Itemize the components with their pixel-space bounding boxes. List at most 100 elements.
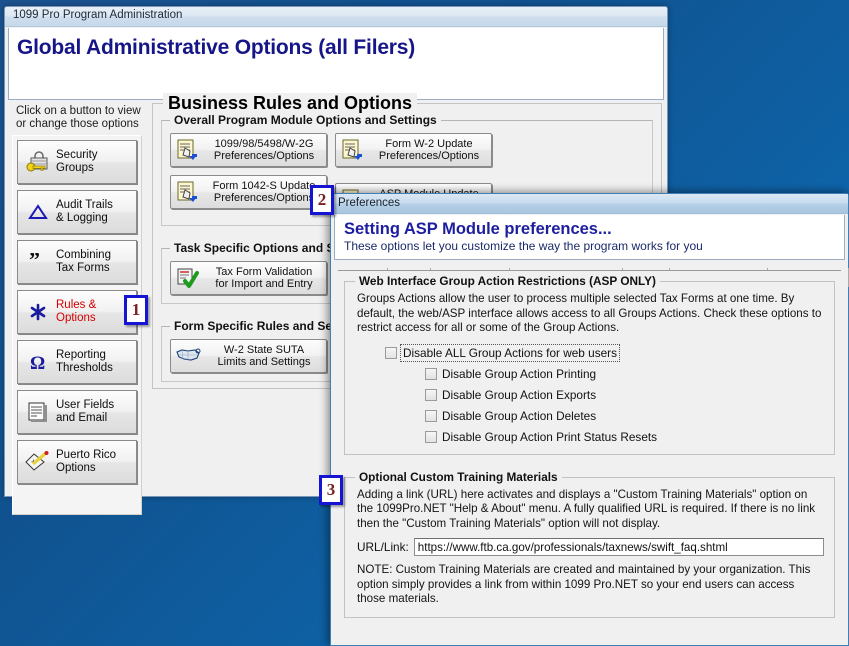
checkbox-row-disable-group-action-exports[interactable]: Disable Group Action Exports (425, 388, 824, 402)
sidebar-item-label-line1: Puerto Rico (56, 449, 116, 461)
checkbox-row-disable-all-group-actions[interactable]: Disable ALL Group Actions for web users (385, 346, 824, 360)
option-button-label-line1: Form 1042-S Update (213, 180, 316, 192)
sidebar-item-label: Reporting Thresholds (54, 349, 113, 375)
checkbox-row-disable-group-action-printing[interactable]: Disable Group Action Printing (425, 367, 824, 381)
checkbox-row-disable-group-action-deletes[interactable]: Disable Group Action Deletes (425, 409, 824, 423)
sidebar-item-label: Audit Trails & Logging (54, 199, 113, 225)
option-button-label-line2: Preferences/Options (214, 192, 314, 204)
sidebar-item-label: Security Groups (54, 149, 98, 175)
main-window-titlebar: 1099 Pro Program Administration (5, 7, 667, 27)
custom-training-materials-legend: Optional Custom Training Materials (355, 470, 562, 484)
option-button-label-line2: Preferences/Options (379, 150, 479, 162)
sidebar-item-user-fields-email[interactable]: User Fields and Email (17, 390, 137, 434)
checkbox-label-disable-group-action-deletes: Disable Group Action Deletes (442, 409, 596, 423)
checkbox-disable-group-action-print-status-resets[interactable] (425, 431, 437, 443)
option-button-label-line2: Limits and Settings (218, 356, 311, 368)
quote-marks-icon: ” (22, 253, 54, 271)
triangle-icon (22, 203, 54, 221)
sidebar-item-audit-trails-logging[interactable]: Audit Trails & Logging (17, 190, 137, 234)
asterisk-icon (22, 302, 54, 322)
sidebar-item-puerto-rico-options[interactable]: + Puerto Rico Options (17, 440, 137, 484)
option-button-label: W-2 State SUTA Limits and Settings (202, 344, 326, 369)
document-hand-arrow-icon (339, 138, 367, 162)
usa-map-icon (174, 346, 202, 366)
group-action-restrictions-legend: Web Interface Group Action Restrictions … (355, 274, 660, 288)
preferences-form-w2-update-button[interactable]: Form W-2 Update Preferences/Options (335, 133, 492, 167)
step-badge-3: 3 (319, 475, 343, 505)
checkbox-label-disable-group-action-exports: Disable Group Action Exports (442, 388, 596, 402)
sidebar-item-label-line1: Audit Trails (56, 199, 113, 211)
sidebar-button-panel: Security Groups Audit Trails & Logging (12, 135, 142, 515)
preferences-dialog: Preferences Setting ASP Module preferenc… (330, 193, 849, 646)
step-badge-1: 1 (124, 295, 148, 325)
url-link-field[interactable] (414, 538, 824, 556)
checkbox-disable-all-group-actions[interactable] (385, 347, 397, 359)
group-asp-tab-panel: Web Interface Group Action Restrictions … (338, 270, 841, 645)
preferences-subheading: These options let you customize the way … (344, 239, 844, 254)
padlock-key-icon (22, 151, 54, 173)
sidebar-item-label-line1: Combining (56, 249, 111, 261)
sidebar-item-label-line1: Reporting (56, 349, 106, 361)
sidebar-item-label-line1: Security (56, 149, 98, 161)
sidebar-item-combining-tax-forms[interactable]: ” Combining Tax Forms (17, 240, 137, 284)
custom-training-materials-note: NOTE: Custom Training Materials are crea… (357, 563, 824, 607)
document-hand-arrow-icon (174, 138, 202, 162)
step-badge-2: 2 (310, 185, 334, 215)
preferences-heading: Setting ASP Module preferences... (344, 219, 844, 239)
url-link-label: URL/Link: (357, 540, 409, 554)
sidebar-item-label-line2: Tax Forms (56, 262, 110, 274)
preferences-form-1042s-update-button[interactable]: Form 1042-S Update Preferences/Options (170, 175, 327, 209)
option-button-label: Tax Form Validation for Import and Entry (202, 266, 326, 291)
sidebar-item-label-line2: Groups (56, 162, 94, 174)
sidebar: Click on a button to view or change thos… (8, 103, 146, 494)
sidebar-item-label-line1: Rules & (56, 299, 96, 311)
sidebar-hint-text: Click on a button to view or change thos… (12, 103, 142, 135)
sidebar-item-security-groups[interactable]: Security Groups (17, 140, 137, 184)
option-button-label: Form 1042-S Update Preferences/Options (202, 180, 326, 205)
url-link-row: 3 URL/Link: (357, 538, 824, 556)
option-button-label: Form W-2 Update Preferences/Options (367, 138, 491, 163)
option-button-label-line1: 1099/98/5498/W-2G (215, 138, 314, 150)
checkbox-label-disable-all-group-actions: Disable ALL Group Actions for web users (402, 346, 618, 360)
w2-state-suta-button[interactable]: W-2 State SUTA Limits and Settings (170, 339, 327, 373)
sidebar-item-label-line2: Options (56, 312, 96, 324)
preferences-1099-98-5498-w2g-button[interactable]: 1099/98/5498/W-2G Preferences/Options (170, 133, 327, 167)
sidebar-item-label-line1: User Fields (56, 399, 114, 411)
sidebar-item-label: Combining Tax Forms (54, 249, 111, 275)
tax-form-validation-button[interactable]: Tax Form Validation for Import and Entry (170, 261, 327, 295)
group-action-restrictions-group: Web Interface Group Action Restrictions … (344, 281, 835, 455)
option-button-label-line2: Preferences/Options (214, 150, 314, 162)
option-button-label-line1: Tax Form Validation (216, 266, 312, 278)
document-hand-arrow-icon (174, 180, 202, 204)
sidebar-item-reporting-thresholds[interactable]: Ω Reporting Thresholds (17, 340, 137, 384)
overall-module-legend: Overall Program Module Options and Setti… (170, 113, 441, 127)
step-badge-1-number: 1 (132, 300, 141, 320)
form-checkmark-icon (174, 267, 202, 289)
form-fields-icon (22, 401, 54, 423)
group-action-restrictions-description: Groups Actions allow the user to process… (357, 292, 824, 336)
sidebar-item-rules-options[interactable]: Rules & Options 1 (17, 290, 137, 334)
sidebar-item-label: Rules & Options (54, 299, 96, 325)
option-button-label-line1: Form W-2 Update (385, 138, 472, 150)
checkbox-row-disable-group-action-print-status-resets[interactable]: Disable Group Action Print Status Resets (425, 430, 824, 444)
option-button-label: 1099/98/5498/W-2G Preferences/Options (202, 138, 326, 163)
svg-text:Ω: Ω (30, 353, 45, 372)
omega-icon: Ω (22, 352, 54, 372)
page-header: Global Administrative Options (all Filer… (8, 28, 664, 100)
preferences-window-title: Preferences (338, 197, 400, 209)
option-button-label-line1: W-2 State SUTA (224, 344, 304, 356)
svg-text:”: ” (29, 253, 40, 271)
sidebar-item-label-line2: and Email (56, 412, 107, 424)
checkbox-label-disable-group-action-print-status-resets: Disable Group Action Print Status Resets (442, 430, 657, 444)
sidebar-item-label-line2: Options (56, 462, 96, 474)
step-badge-3-number: 3 (327, 480, 336, 500)
sidebar-item-label: Puerto Rico Options (54, 449, 116, 475)
checkbox-disable-group-action-exports[interactable] (425, 389, 437, 401)
sidebar-item-label-line2: Thresholds (56, 362, 113, 374)
business-rules-legend: Business Rules and Options (163, 93, 417, 114)
step-badge-2-number: 2 (318, 190, 327, 210)
checkbox-disable-group-action-deletes[interactable] (425, 410, 437, 422)
checkbox-disable-group-action-printing[interactable] (425, 368, 437, 380)
sidebar-item-label-line2: & Logging (56, 212, 108, 224)
option-button-label-line2: for Import and Entry (215, 278, 312, 290)
